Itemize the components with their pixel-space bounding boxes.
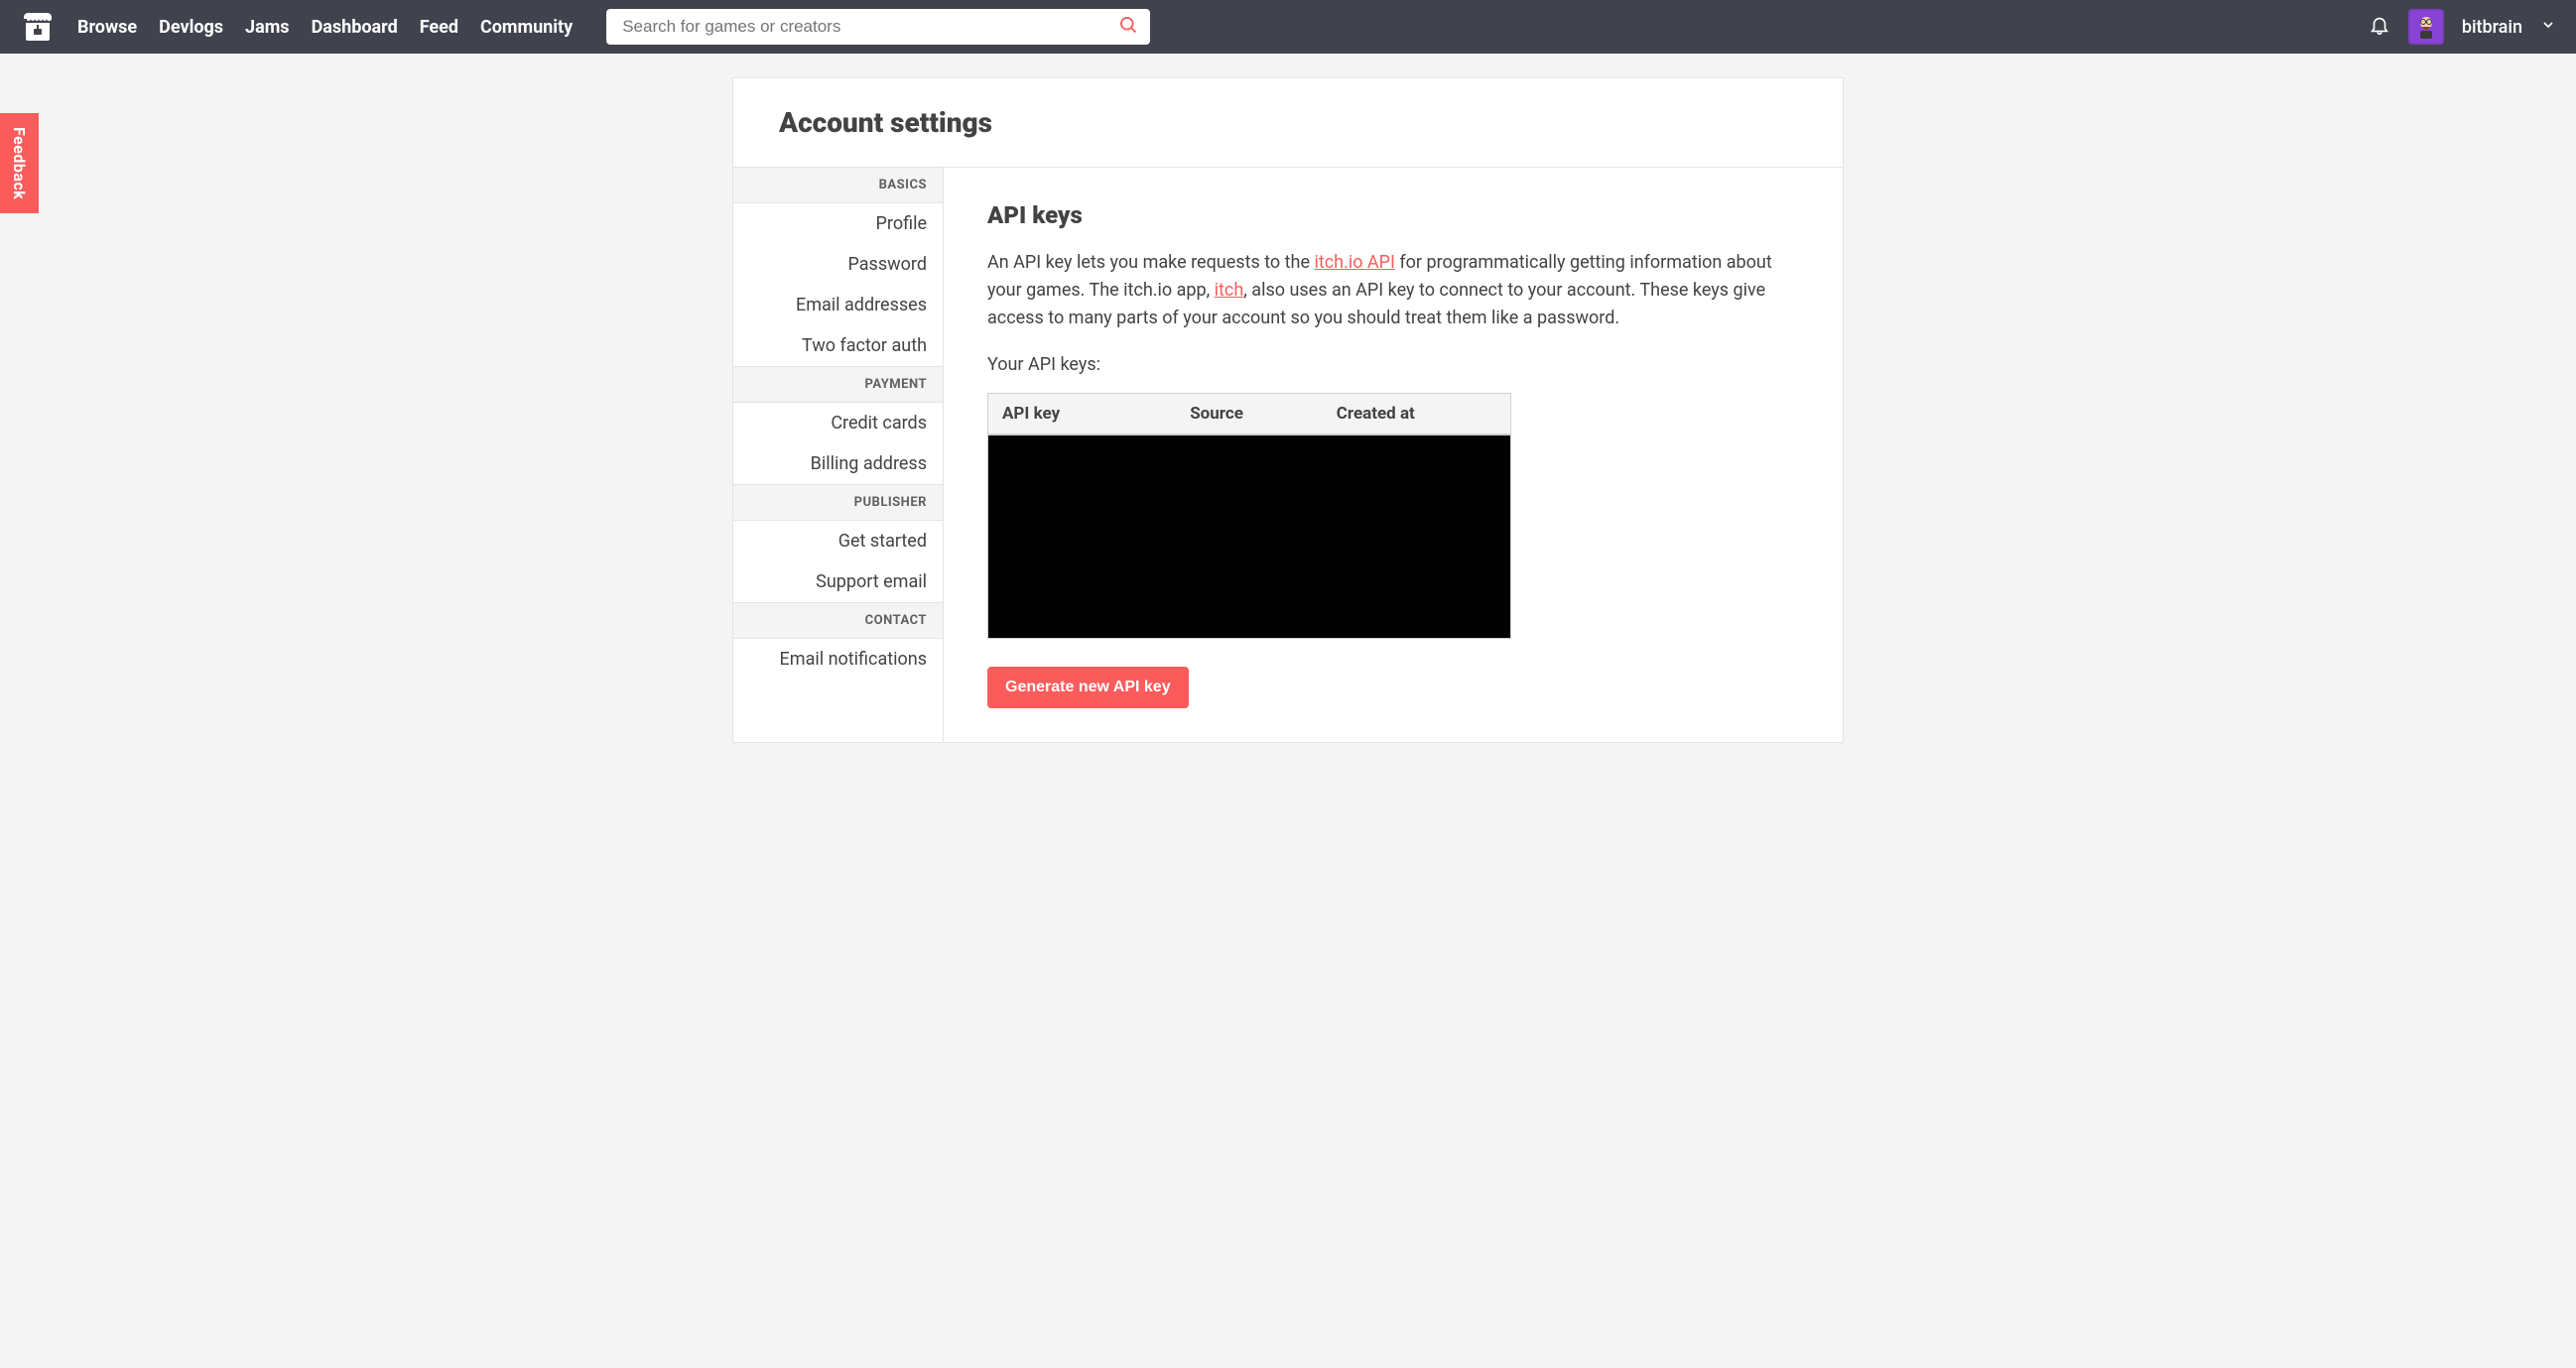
- sidebar-item-support-email[interactable]: Support email: [733, 561, 943, 602]
- sidebar-item-credit-cards[interactable]: Credit cards: [733, 403, 943, 443]
- page-header: Account settings: [733, 78, 1843, 168]
- col-source: Source: [1176, 393, 1323, 435]
- link-itch-app[interactable]: itch: [1215, 280, 1244, 301]
- sidebar-header-basics: BASICS: [733, 168, 943, 203]
- generate-key-button[interactable]: Generate new API key: [987, 667, 1189, 708]
- nav-links: Browse Devlogs Jams Dashboard Feed Commu…: [77, 17, 573, 38]
- nav-jams[interactable]: Jams: [245, 17, 290, 38]
- sidebar-item-two-factor-auth[interactable]: Two factor auth: [733, 325, 943, 366]
- sidebar-header-publisher: PUBLISHER: [733, 484, 943, 521]
- col-created-at: Created at: [1323, 393, 1511, 435]
- main-header: Browse Devlogs Jams Dashboard Feed Commu…: [0, 0, 2576, 54]
- nav-dashboard[interactable]: Dashboard: [312, 17, 398, 38]
- sidebar-header-contact: CONTACT: [733, 602, 943, 639]
- content-area: API keys An API key lets you make reques…: [944, 168, 1843, 742]
- search-icon[interactable]: [1118, 15, 1138, 39]
- api-description: An API key lets you make requests to the…: [987, 249, 1799, 332]
- sidebar-item-password[interactable]: Password: [733, 244, 943, 285]
- settings-body: BASICS Profile Password Email addresses …: [733, 168, 1843, 742]
- settings-container: Account settings BASICS Profile Password…: [732, 77, 1844, 743]
- nav-devlogs[interactable]: Devlogs: [159, 17, 223, 38]
- itch-logo-icon[interactable]: [20, 9, 56, 45]
- settings-sidebar: BASICS Profile Password Email addresses …: [733, 168, 944, 742]
- col-api-key: API key: [988, 393, 1177, 435]
- sidebar-item-email-addresses[interactable]: Email addresses: [733, 285, 943, 325]
- redacted-keys-block: [988, 435, 1510, 638]
- sidebar-header-payment: PAYMENT: [733, 366, 943, 403]
- sidebar-item-get-started[interactable]: Get started: [733, 521, 943, 561]
- sidebar-item-billing-address[interactable]: Billing address: [733, 443, 943, 484]
- sidebar-item-email-notifications[interactable]: Email notifications: [733, 639, 943, 680]
- nav-feed[interactable]: Feed: [420, 17, 458, 38]
- api-keys-table: API key Source Created at: [987, 393, 1511, 639]
- username-label[interactable]: bitbrain: [2462, 17, 2522, 38]
- chevron-down-icon[interactable]: [2540, 17, 2556, 37]
- content-heading: API keys: [987, 201, 1799, 229]
- avatar[interactable]: [2408, 9, 2444, 45]
- table-row: [988, 435, 1511, 639]
- notifications-icon[interactable]: [2369, 14, 2390, 40]
- page-title: Account settings: [779, 106, 1797, 139]
- desc-text-1: An API key lets you make requests to the: [987, 252, 1314, 273]
- your-api-keys-label: Your API keys:: [987, 354, 1799, 375]
- nav-community[interactable]: Community: [480, 17, 573, 38]
- search-input[interactable]: [606, 9, 1150, 45]
- feedback-tab[interactable]: Feedback: [0, 113, 39, 213]
- header-right: bitbrain: [2369, 9, 2556, 45]
- nav-browse[interactable]: Browse: [77, 17, 137, 38]
- search-wrap: [606, 9, 1150, 45]
- link-itchio-api[interactable]: itch.io API: [1314, 252, 1394, 273]
- sidebar-item-profile[interactable]: Profile: [733, 203, 943, 244]
